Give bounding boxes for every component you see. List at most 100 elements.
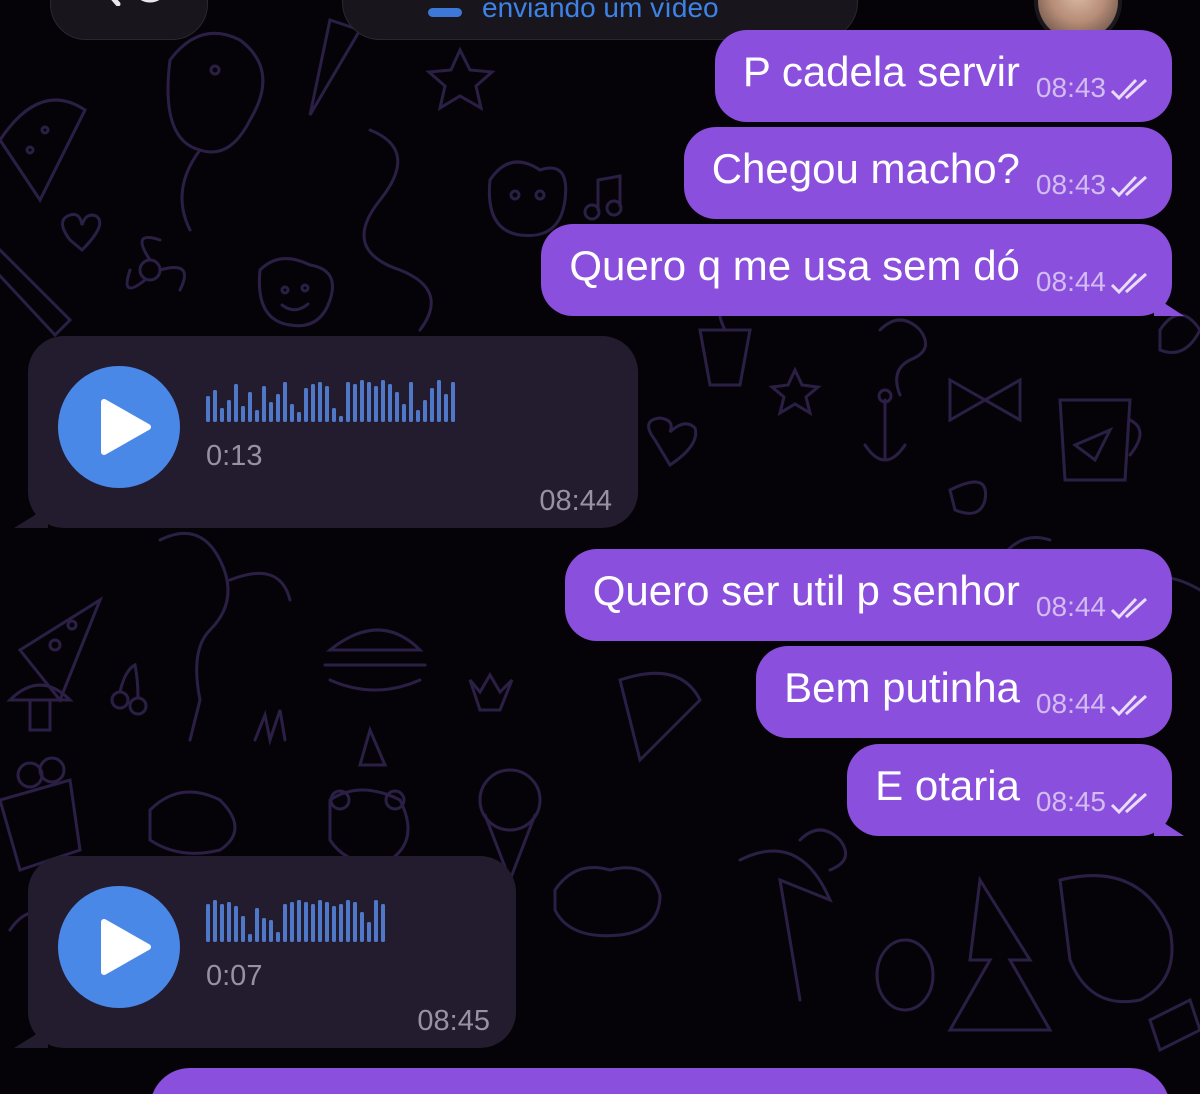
waveform[interactable]: [206, 378, 626, 428]
typing-status-text: enviando um vídeo: [482, 0, 719, 23]
waveform-bar: [269, 920, 273, 942]
message-text: Quero ser util p senhor: [592, 567, 1020, 614]
outgoing-message[interactable]: Chegou macho? 08:43: [683, 127, 1172, 219]
waveform-bar: [360, 912, 364, 942]
message-time: 08:43: [1035, 169, 1106, 200]
chat-screen: enviando um vídeo P cadela servir 08:43 …: [0, 0, 1200, 1094]
waveform-bar: [213, 900, 217, 942]
waveform-bar: [304, 388, 308, 422]
waveform-bar: [248, 392, 252, 422]
incoming-voice-message[interactable]: 0:13 08:44: [28, 336, 638, 528]
play-icon: [101, 399, 151, 455]
read-check-icon: [1110, 597, 1148, 620]
read-check-icon: [1110, 272, 1148, 295]
message-time: 08:45: [1035, 786, 1106, 817]
waveform-bar: [374, 386, 378, 422]
outgoing-message[interactable]: Quero ser util p senhor 08:44: [564, 549, 1172, 641]
waveform-bar: [262, 386, 266, 422]
waveform-bar: [220, 904, 224, 942]
waveform-bar: [318, 382, 322, 422]
waveform-bar: [311, 904, 315, 942]
waveform-bar: [339, 416, 343, 422]
outgoing-message[interactable]: Bem putinha 08:44: [756, 646, 1172, 738]
message-text: Quero q me usa sem dó: [569, 242, 1020, 289]
message-time: 08:44: [1035, 266, 1106, 297]
waveform-bar: [234, 384, 238, 422]
waveform-bar: [367, 382, 371, 422]
read-check-icon: [1110, 694, 1148, 717]
waveform-bar: [297, 412, 301, 422]
waveform-bar: [234, 906, 238, 942]
waveform-bar: [290, 902, 294, 942]
waveform-bar: [213, 390, 217, 422]
waveform-bar: [276, 932, 280, 942]
waveform-bar: [353, 902, 357, 942]
read-check-icon: [1110, 175, 1148, 198]
message-text: P cadela servir: [742, 48, 1020, 95]
message-text: Bem putinha: [784, 664, 1020, 711]
outgoing-message[interactable]: E otaria 08:45: [847, 744, 1172, 836]
waveform-bar: [381, 904, 385, 942]
message-time: 08:44: [539, 485, 612, 517]
waveform-bar: [423, 400, 427, 422]
waveform-bar: [290, 404, 294, 422]
waveform-bar: [437, 380, 441, 422]
waveform-bar: [367, 922, 371, 942]
waveform-bar: [241, 916, 245, 942]
voice-duration: 0:13: [206, 440, 263, 472]
waveform-bar: [206, 904, 210, 942]
waveform-bar: [227, 902, 231, 942]
waveform-bar: [346, 900, 350, 942]
waveform[interactable]: [206, 898, 506, 948]
waveform-bar: [402, 404, 406, 422]
waveform-bar: [395, 392, 399, 422]
waveform-bar: [241, 406, 245, 422]
read-check-icon: [1110, 792, 1148, 815]
waveform-bar: [381, 380, 385, 422]
play-button[interactable]: [58, 366, 180, 488]
waveform-bar: [416, 410, 420, 422]
outgoing-message[interactable]: P cadela servir 08:43: [714, 30, 1172, 122]
waveform-bar: [248, 934, 252, 942]
back-button[interactable]: [50, 0, 208, 40]
incoming-voice-message[interactable]: 0:07 08:45: [28, 856, 516, 1048]
waveform-bar: [220, 408, 224, 422]
waveform-bar: [451, 382, 455, 422]
waveform-bar: [374, 900, 378, 942]
waveform-bar: [304, 902, 308, 942]
waveform-bar: [409, 382, 413, 422]
waveform-bar: [332, 408, 336, 422]
message-time: 08:45: [417, 1005, 490, 1037]
waveform-bar: [283, 904, 287, 942]
outgoing-message-partial[interactable]: [150, 1068, 1170, 1094]
waveform-bar: [339, 904, 343, 942]
waveform-bar: [346, 382, 350, 422]
play-button[interactable]: [58, 886, 180, 1008]
message-time: 08:44: [1035, 591, 1106, 622]
upload-progress-icon: [428, 8, 462, 17]
message-text: Chegou macho?: [711, 145, 1020, 192]
waveform-bar: [262, 918, 266, 942]
waveform-bar: [255, 908, 259, 942]
waveform-bar: [325, 386, 329, 422]
waveform-bar: [227, 400, 231, 422]
waveform-bar: [283, 382, 287, 422]
message-text: E otaria: [875, 762, 1020, 809]
waveform-bar: [206, 396, 210, 422]
waveform-bar: [325, 902, 329, 942]
waveform-bar: [444, 394, 448, 422]
waveform-bar: [297, 900, 301, 942]
message-time: 08:43: [1035, 72, 1106, 103]
voice-duration: 0:07: [206, 960, 263, 992]
chevron-left-icon: [111, 0, 160, 6]
waveform-bar: [353, 384, 357, 422]
waveform-bar: [360, 380, 364, 422]
read-check-icon: [1110, 78, 1148, 101]
waveform-bar: [388, 384, 392, 422]
message-time: 08:44: [1035, 688, 1106, 719]
waveform-bar: [332, 906, 336, 942]
waveform-bar: [318, 900, 322, 942]
waveform-bar: [311, 384, 315, 422]
waveform-bar: [269, 402, 273, 422]
outgoing-message[interactable]: Quero q me usa sem dó 08:44: [541, 224, 1172, 316]
